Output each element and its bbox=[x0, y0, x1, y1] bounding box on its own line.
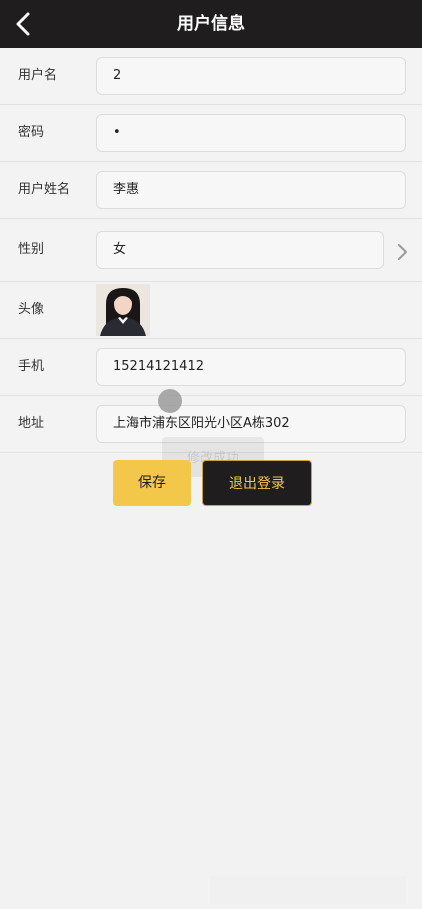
gender-select[interactable]: 女 bbox=[96, 231, 384, 269]
gender-row[interactable]: 性别 女 bbox=[0, 219, 422, 282]
username-label: 用户名 bbox=[18, 68, 58, 83]
page-title: 用户信息 bbox=[177, 14, 245, 34]
password-label: 密码 bbox=[18, 125, 45, 140]
chevron-right-icon[interactable] bbox=[392, 242, 412, 262]
realname-row: 用户姓名 李惠 bbox=[0, 162, 422, 219]
username-input[interactable]: 2 bbox=[96, 57, 406, 95]
save-button[interactable]: 保存 bbox=[113, 460, 191, 506]
user-info-form: 用户名 2 密码 • 用户姓名 李惠 性别 女 头像 手机 1521412141… bbox=[0, 48, 422, 453]
gender-label: 性别 bbox=[18, 242, 45, 257]
bottom-strip bbox=[210, 876, 406, 904]
realname-label: 用户姓名 bbox=[18, 182, 71, 197]
logout-button[interactable]: 退出登录 bbox=[202, 460, 312, 506]
username-row: 用户名 2 bbox=[0, 48, 422, 105]
realname-input[interactable]: 李惠 bbox=[96, 171, 406, 209]
password-row: 密码 • bbox=[0, 105, 422, 162]
password-input[interactable]: • bbox=[96, 114, 406, 152]
avatar-row: 头像 bbox=[0, 282, 422, 339]
top-bar: 用户信息 bbox=[0, 0, 422, 48]
avatar-label: 头像 bbox=[18, 302, 45, 317]
address-label: 地址 bbox=[18, 416, 45, 431]
avatar-image[interactable] bbox=[96, 284, 150, 336]
phone-label: 手机 bbox=[18, 359, 45, 374]
phone-row: 手机 15214121412 bbox=[0, 339, 422, 396]
phone-input[interactable]: 15214121412 bbox=[96, 348, 406, 386]
touch-indicator bbox=[158, 389, 182, 413]
